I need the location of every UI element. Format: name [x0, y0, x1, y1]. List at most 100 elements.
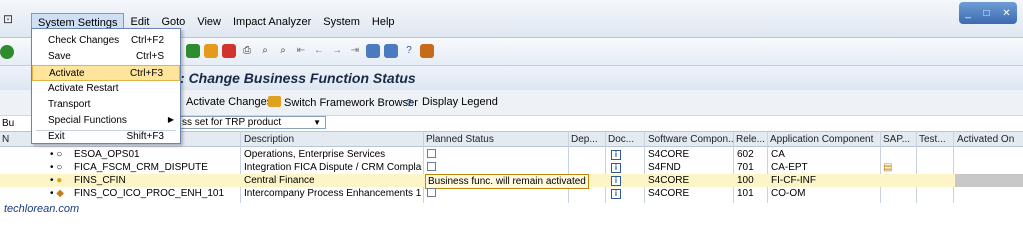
business-set-label: Bu — [2, 118, 15, 129]
exit-icon[interactable] — [204, 44, 218, 58]
cell-application-component: CA-EPT — [771, 162, 808, 173]
table-row[interactable]: • ○ ESOA_OPS01 Operations, Enterprise Se… — [0, 148, 1023, 161]
prev-page-icon[interactable]: ← — [312, 44, 326, 58]
cell-name: FICA_FSCM_CRM_DISPUTE — [74, 162, 208, 173]
submenu-arrow-icon: ▶ — [167, 115, 174, 124]
cell-software-component: S4CORE — [648, 175, 690, 186]
cancel-icon[interactable] — [222, 44, 236, 58]
col-application-component[interactable]: Application Component — [770, 134, 878, 145]
col-software-component[interactable]: Software Compon... — [648, 134, 733, 145]
menu-item-special-functions[interactable]: Special Functions ▶ — [32, 113, 180, 129]
menu-item-exit[interactable]: Exit Shift+F3 — [32, 129, 180, 145]
menu-item-shortcut: Ctrl+S — [135, 51, 164, 62]
cell-software-component: S4CORE — [648, 188, 690, 199]
col-documentation[interactable]: Doc... — [608, 134, 640, 145]
minimize-icon[interactable]: _ — [965, 8, 971, 19]
first-page-icon[interactable]: ⇤ — [294, 44, 308, 58]
close-icon[interactable]: ✕ — [1002, 8, 1010, 19]
cell-description: Integration FICA Dispute / CRM Complaint — [244, 162, 422, 173]
cell-software-component: S4FND — [648, 162, 681, 173]
window-controls: _ □ ✕ — [959, 2, 1017, 24]
col-activated-on[interactable]: Activated On — [957, 134, 1021, 145]
col-name[interactable]: N — [2, 134, 9, 145]
col-sap[interactable]: SAP... — [883, 134, 913, 145]
activated-on-cell — [955, 174, 1023, 187]
menu-item-label: Check Changes — [48, 35, 120, 46]
menu-impact-analyzer[interactable]: Impact Analyzer — [227, 13, 317, 32]
switch-framework-browser-label: Switch Framework Browser — [284, 97, 418, 109]
cell-software-component: S4CORE — [648, 149, 690, 160]
page-title: : Change Business Function Status — [180, 70, 416, 86]
help-icon[interactable]: ? — [402, 44, 416, 58]
new-session-icon[interactable] — [366, 44, 380, 58]
info-icon[interactable]: i — [611, 187, 621, 200]
activate-changes-button[interactable]: Activate Changes — [186, 96, 272, 108]
row-bullet: • ◆ — [50, 188, 64, 199]
menu-item-activate-restart[interactable]: Activate Restart — [32, 81, 180, 97]
business-set-select[interactable]: ss set for TRP product ▼ — [178, 116, 326, 129]
system-menu-icon[interactable]: ⊡ — [3, 12, 21, 26]
planned-status-checkbox[interactable] — [427, 161, 436, 174]
title-text: Change Business Function Status — [188, 70, 416, 86]
menu-item-label: Save — [48, 51, 71, 62]
menu-view[interactable]: View — [191, 13, 227, 32]
col-description[interactable]: Description — [244, 134, 294, 145]
planned-status-checkbox[interactable] — [427, 148, 436, 161]
row-bullet: • ● — [50, 175, 63, 186]
find-icon[interactable]: ⌕ — [258, 44, 272, 58]
menu-item-label: Transport — [48, 99, 91, 110]
menu-item-activate[interactable]: Activate Ctrl+F3 — [32, 65, 180, 81]
cell-description: Central Finance — [244, 175, 315, 186]
planned-status-checkbox[interactable] — [427, 187, 436, 200]
cell-name: FINS_CO_ICO_PROC_ENH_101 — [74, 188, 225, 199]
shortcut-icon[interactable] — [384, 44, 398, 58]
system-settings-dropdown: Check Changes Ctrl+F2 Save Ctrl+S Activa… — [31, 28, 181, 144]
table-row[interactable]: • ◆ FINS_CO_ICO_PROC_ENH_101 Intercompan… — [0, 187, 1023, 200]
chevron-down-icon: ▼ — [313, 118, 321, 127]
info-icon[interactable]: i — [611, 174, 621, 187]
next-page-icon[interactable]: → — [330, 44, 344, 58]
cell-description: Operations, Enterprise Services — [244, 149, 386, 160]
table-row[interactable]: • ● FINS_CFIN Central Finance Business f… — [0, 174, 1023, 189]
watermark: techlorean.com — [4, 203, 80, 215]
cell-release: 100 — [737, 175, 754, 186]
menu-item-label: Exit — [48, 131, 65, 142]
activate-changes-label: Activate Changes — [186, 96, 273, 108]
cell-release: 701 — [737, 162, 754, 173]
note-icon[interactable]: ▤ — [883, 161, 892, 174]
menu-item-label: Special Functions — [48, 115, 127, 126]
table-row[interactable]: • ○ FICA_FSCM_CRM_DISPUTE Integration FI… — [0, 161, 1023, 174]
row-bullet: • ○ — [50, 149, 63, 160]
cell-application-component: CO-OM — [771, 188, 806, 199]
row-bullet: • ○ — [50, 162, 63, 173]
menu-item-label: Activate — [49, 68, 85, 79]
col-release[interactable]: Rele... — [736, 134, 766, 145]
menu-item-label: Activate Restart — [48, 83, 119, 94]
switch-framework-browser-button[interactable]: Switch Framework Browser — [268, 96, 418, 109]
business-set-value: ss set for TRP product — [182, 117, 282, 128]
menu-item-check-changes[interactable]: Check Changes Ctrl+F2 — [32, 33, 180, 49]
enter-icon[interactable] — [0, 45, 14, 59]
layout-icon[interactable] — [420, 44, 434, 58]
col-test[interactable]: Test... — [919, 134, 949, 145]
info-icon[interactable]: i — [611, 148, 621, 161]
cell-application-component: FI-CF-INF — [771, 175, 816, 186]
find-next-icon[interactable]: ⌕ — [276, 44, 290, 58]
display-legend-label: Display Legend — [422, 96, 498, 108]
col-planned-status[interactable]: Planned Status — [426, 134, 494, 145]
print-icon[interactable]: ⎙ — [240, 44, 254, 58]
menu-item-save[interactable]: Save Ctrl+S — [32, 49, 180, 65]
last-page-icon[interactable]: ⇥ — [348, 44, 362, 58]
cell-description: Intercompany Process Enhancements 1 (R..… — [244, 188, 422, 199]
back-icon[interactable] — [186, 44, 200, 58]
menu-system[interactable]: System — [317, 13, 366, 32]
maximize-icon[interactable]: □ — [984, 8, 990, 19]
menu-item-transport[interactable]: Transport — [32, 97, 180, 113]
display-legend-button[interactable]: ? Display Legend — [406, 96, 498, 109]
menu-item-shortcut: Ctrl+F3 — [129, 68, 163, 79]
menu-help[interactable]: Help — [366, 13, 401, 32]
info-icon[interactable]: i — [611, 161, 621, 174]
cell-name: FINS_CFIN — [74, 175, 126, 186]
col-dependencies[interactable]: Dep... — [571, 134, 601, 145]
legend-icon: ? — [406, 98, 413, 109]
